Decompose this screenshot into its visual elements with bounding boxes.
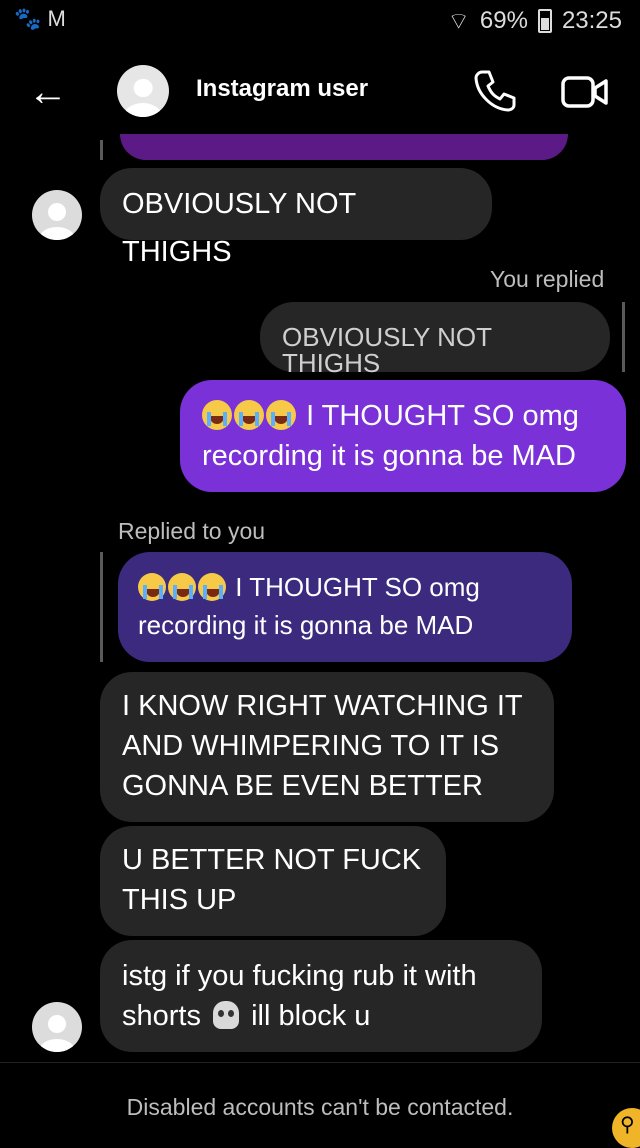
message-text: shorts <box>122 1000 201 1032</box>
crying-face-icon <box>202 400 232 430</box>
clock: 23:25 <box>561 7 622 34</box>
crying-face-icon <box>138 573 166 601</box>
message-text: ill block u <box>251 1000 371 1032</box>
message-line: shorts ill block u <box>122 996 520 1036</box>
crying-face-icon <box>198 573 226 601</box>
quoted-message[interactable]: OBVIOUSLY NOT THIGHS <box>260 302 610 376</box>
avatar[interactable] <box>32 190 82 240</box>
quoted-text: I THOUGHT SO omg <box>235 572 480 602</box>
message-bubble-incoming[interactable]: I KNOW RIGHT WATCHING IT AND WHIMPERING … <box>100 672 554 822</box>
status-bar: 🐾 M ⌔ 69% 23:25 <box>0 0 640 44</box>
reply-line <box>100 552 103 662</box>
back-arrow-icon[interactable]: ← <box>28 72 68 112</box>
previous-message-edge <box>120 134 568 160</box>
disabled-account-notice: Disabled accounts can't be contacted. <box>126 1094 514 1120</box>
battery-icon <box>537 9 552 33</box>
message-line: I THOUGHT SO omg <box>202 396 604 436</box>
video-call-icon[interactable] <box>560 74 610 110</box>
message-bubble-incoming[interactable]: U BETTER NOT FUCK THIS UP <box>100 826 446 936</box>
key-icon: ⚲ <box>612 1108 640 1148</box>
quoted-text: recording it is gonna be MAD <box>138 610 474 640</box>
quoted-line: I THOUGHT SO omg <box>138 568 552 606</box>
message-text: I THOUGHT SO omg <box>306 400 579 432</box>
phone-icon[interactable] <box>470 66 520 116</box>
crying-face-icon <box>266 400 296 430</box>
message-text: recording it is gonna be MAD <box>202 440 576 472</box>
message-text: istg if you fucking rub it with <box>122 960 477 992</box>
reply-line <box>622 302 625 372</box>
wifi-signal-icon: ⌔ <box>447 8 470 35</box>
notification-icons: 🐾 M <box>14 6 66 31</box>
divider <box>0 1062 640 1063</box>
battery-percent: 69% <box>479 7 528 34</box>
message-text: GONNA BE EVEN BETTER <box>122 770 483 802</box>
avatar[interactable] <box>117 65 169 117</box>
message-text: AND WHIMPERING TO IT IS <box>122 730 500 762</box>
status-right: ⌔ 69% 23:25 <box>447 6 622 36</box>
message-bubble-outgoing[interactable]: I THOUGHT SO omg recording it is gonna b… <box>180 380 626 492</box>
crying-face-icon <box>168 573 196 601</box>
you-replied-label: You replied <box>490 266 605 292</box>
chat-header: ← Instagram user <box>0 50 640 134</box>
avatar[interactable] <box>32 1002 82 1052</box>
message-text: I KNOW RIGHT WATCHING IT <box>122 690 523 722</box>
page-title[interactable]: Instagram user <box>196 75 368 103</box>
message-text: U BETTER NOT FUCK <box>122 844 422 876</box>
message-text: OBVIOUSLY NOT THIGHS <box>122 188 356 268</box>
reply-line <box>100 140 103 160</box>
message-text: THIS UP <box>122 884 237 916</box>
replied-to-you-label: Replied to you <box>118 518 266 544</box>
quoted-message[interactable]: I THOUGHT SO omg recording it is gonna b… <box>118 552 572 662</box>
skull-icon <box>213 1001 240 1029</box>
quoted-text: OBVIOUSLY NOT THIGHS <box>282 322 492 378</box>
message-bubble-incoming[interactable]: OBVIOUSLY NOT THIGHS <box>100 168 492 268</box>
message-bubble-incoming[interactable]: istg if you fucking rub it with shorts i… <box>100 940 542 1052</box>
crying-face-icon <box>234 400 264 430</box>
